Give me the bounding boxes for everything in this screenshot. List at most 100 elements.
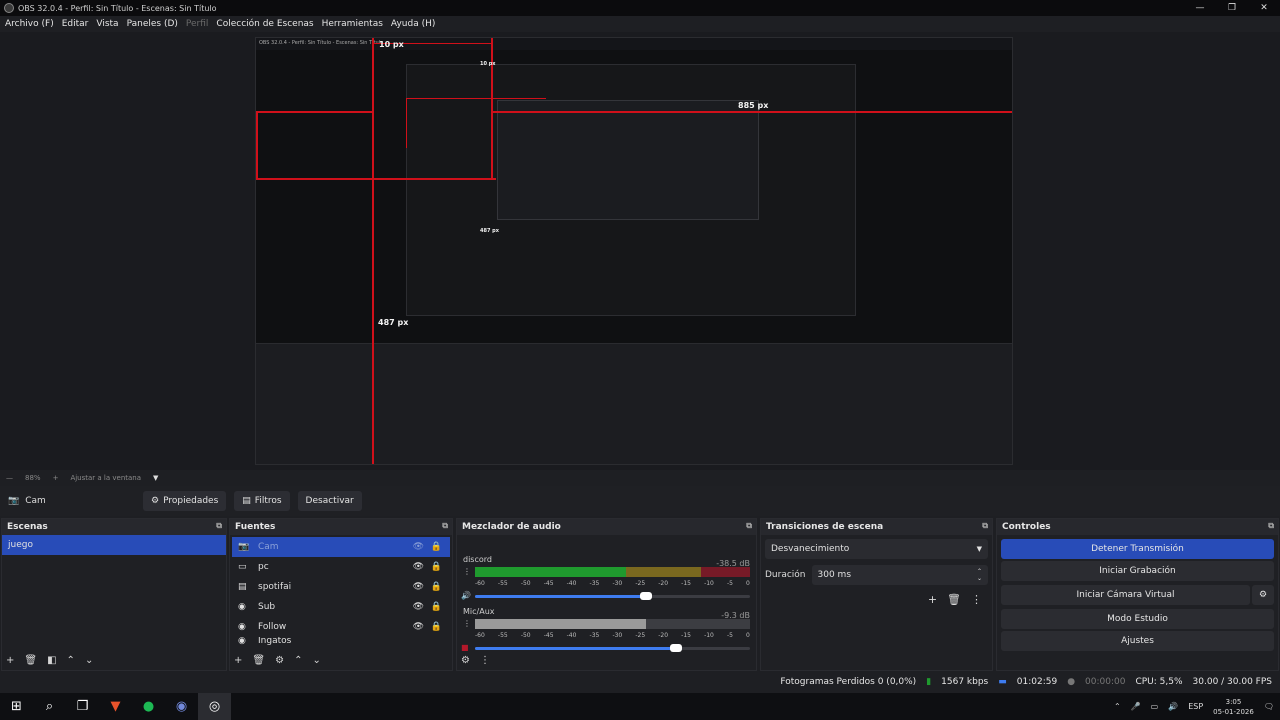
trash-icon[interactable]: 🗑 [24, 655, 37, 666]
source-item[interactable]: ◉ Ingatos [232, 637, 450, 645]
spotify-icon[interactable]: ● [132, 693, 165, 720]
menu-vista[interactable]: Vista [96, 19, 118, 29]
globe-icon: ◉ [238, 622, 246, 632]
lock-icon[interactable]: 🔒 [431, 542, 442, 552]
duration-input[interactable]: 300 ms ⌃ ⌄ [811, 565, 988, 585]
maximize-button[interactable]: ❐ [1216, 3, 1248, 13]
lock-icon[interactable]: 🔒 [431, 602, 442, 612]
obs-taskbar-icon[interactable]: ◎ [198, 693, 231, 720]
lock-icon[interactable]: 🔒 [431, 582, 442, 592]
microphone-icon[interactable]: 🎤 [1131, 702, 1141, 711]
source-item[interactable]: ◉ Sub 👁 🔒 [232, 597, 450, 617]
meter-red [700, 567, 750, 577]
filters-button[interactable]: ▤ Filtros [234, 491, 290, 511]
selected-source: 📷 Cam [8, 496, 143, 506]
menu-archivo[interactable]: Archivo (F) [5, 19, 54, 29]
eye-icon[interactable]: 👁 [413, 542, 424, 552]
menu-herramientas[interactable]: Herramientas [322, 19, 383, 29]
zoom-plus[interactable]: + [53, 474, 59, 482]
move-up-icon[interactable]: ⌃ [67, 655, 75, 666]
minimize-button[interactable]: — [1184, 3, 1216, 13]
menu-ayuda[interactable]: Ayuda (H) [391, 19, 435, 29]
menu-perfil[interactable]: Perfil [186, 19, 209, 29]
chevron-down-icon[interactable]: ▼ [153, 474, 158, 482]
language-indicator[interactable]: ESP [1188, 702, 1203, 711]
notifications-icon[interactable]: 🗨 [1264, 702, 1274, 711]
eye-icon[interactable]: 👁 [413, 622, 424, 632]
speaker-icon[interactable]: 🔊 [461, 591, 471, 600]
menu-dots-icon[interactable]: ⋮ [480, 655, 490, 666]
properties-button[interactable]: ⚙ Propiedades [143, 491, 227, 511]
source-item[interactable]: ▤ spotifai 👁 🔒 [232, 577, 450, 597]
eye-icon[interactable]: 👁 [413, 602, 424, 612]
clock[interactable]: 3:05 05-01-2026 [1213, 697, 1254, 717]
spinner-icon[interactable]: ⌃ ⌄ [977, 568, 982, 582]
close-button[interactable]: ✕ [1248, 3, 1280, 13]
lock-icon[interactable]: 🔒 [431, 622, 442, 632]
transition-select[interactable]: Desvanecimiento ▼ [765, 539, 988, 559]
meter-tick: -55 [497, 580, 508, 587]
discord-icon[interactable]: ◉ [165, 693, 198, 720]
task-view-icon[interactable]: ❐ [66, 693, 99, 720]
trash-icon[interactable]: 🗑 [252, 655, 265, 666]
menu-coleccion[interactable]: Colección de Escenas [216, 19, 313, 29]
fader-knob[interactable] [639, 592, 652, 600]
menu-dots-icon[interactable]: ⋮ [463, 567, 471, 576]
speaker-muted-icon[interactable]: ■ [461, 643, 469, 652]
virtual-camera-row: Iniciar Cámara Virtual ⚙ [997, 583, 1278, 607]
start-virtual-camera-button[interactable]: Iniciar Cámara Virtual [1001, 585, 1250, 605]
scene-item[interactable]: juego [2, 535, 226, 555]
menu-dots-icon[interactable]: ⋮ [971, 593, 982, 606]
studio-mode-button[interactable]: Modo Estudio [1001, 609, 1274, 629]
program-preview[interactable]: OBS 32.0.4 - Perfil: Sin Título - Escena… [255, 37, 1013, 465]
undock-icon[interactable]: ⧉ [442, 521, 448, 531]
menu-editar[interactable]: Editar [62, 19, 89, 29]
lock-icon[interactable]: 🔒 [431, 562, 442, 572]
zoom-fit[interactable]: Ajustar a la ventana [70, 474, 141, 482]
menu-dots-icon[interactable]: ⋮ [463, 619, 471, 628]
start-recording-button[interactable]: Iniciar Grabación [1001, 561, 1274, 581]
menu-paneles[interactable]: Paneles (D) [127, 19, 178, 29]
stop-streaming-button[interactable]: Detener Transmisión [1001, 539, 1274, 559]
add-icon[interactable]: + [928, 593, 937, 606]
source-item[interactable]: ▭ pc 👁 🔒 [232, 557, 450, 577]
source-item[interactable]: ◉ Follow 👁 🔒 [232, 617, 450, 637]
windows-start-icon[interactable]: ⊞ [0, 693, 33, 720]
fps: 30.00 / 30.00 FPS [1192, 677, 1272, 687]
scenes-title: Escenas [7, 522, 48, 532]
window-icon: ▤ [238, 582, 247, 592]
undock-icon[interactable]: ⧉ [746, 521, 752, 531]
source-item[interactable]: 📷 Cam 👁 🔒 [232, 537, 450, 557]
move-down-icon[interactable]: ⌄ [85, 655, 93, 666]
undock-icon[interactable]: ⧉ [982, 521, 988, 531]
volume-icon[interactable]: 🔊 [1168, 702, 1178, 711]
advanced-audio-icon[interactable]: ⚙ [461, 655, 470, 666]
volume-fader[interactable] [475, 644, 750, 652]
undock-icon[interactable]: ⧉ [216, 521, 222, 531]
zoom-value[interactable]: 88% [25, 474, 41, 482]
trash-icon[interactable]: 🗑 [947, 593, 961, 606]
zoom-minus[interactable]: — [6, 474, 13, 482]
network-icon[interactable]: ▭ [1151, 702, 1159, 711]
move-down-icon[interactable]: ⌄ [312, 655, 320, 666]
meter-yellow [626, 567, 701, 577]
undock-icon[interactable]: ⧉ [1268, 521, 1274, 531]
filter-icon[interactable]: ◧ [47, 655, 56, 666]
fader-knob[interactable] [669, 644, 682, 652]
deactivate-button[interactable]: Desactivar [297, 491, 362, 511]
chevron-up-icon[interactable]: ⌃ [1114, 702, 1121, 711]
camera-icon: 📷 [238, 542, 250, 552]
brave-browser-icon[interactable]: ▼ [99, 693, 132, 720]
settings-button[interactable]: Ajustes [1001, 631, 1274, 651]
eye-icon[interactable]: 👁 [413, 562, 424, 572]
add-icon[interactable]: + [234, 655, 242, 666]
move-up-icon[interactable]: ⌃ [294, 655, 302, 666]
gear-icon[interactable]: ⚙ [275, 655, 284, 666]
gear-icon[interactable]: ⚙ [1252, 585, 1274, 605]
volume-fader[interactable] [475, 592, 750, 600]
sources-footer: + 🗑 ⚙ ⌃ ⌄ [234, 655, 321, 666]
add-icon[interactable]: + [6, 655, 14, 666]
guide-label: 487 px [480, 228, 499, 234]
eye-icon[interactable]: 👁 [413, 582, 424, 592]
search-icon[interactable]: ⌕ [33, 693, 66, 720]
